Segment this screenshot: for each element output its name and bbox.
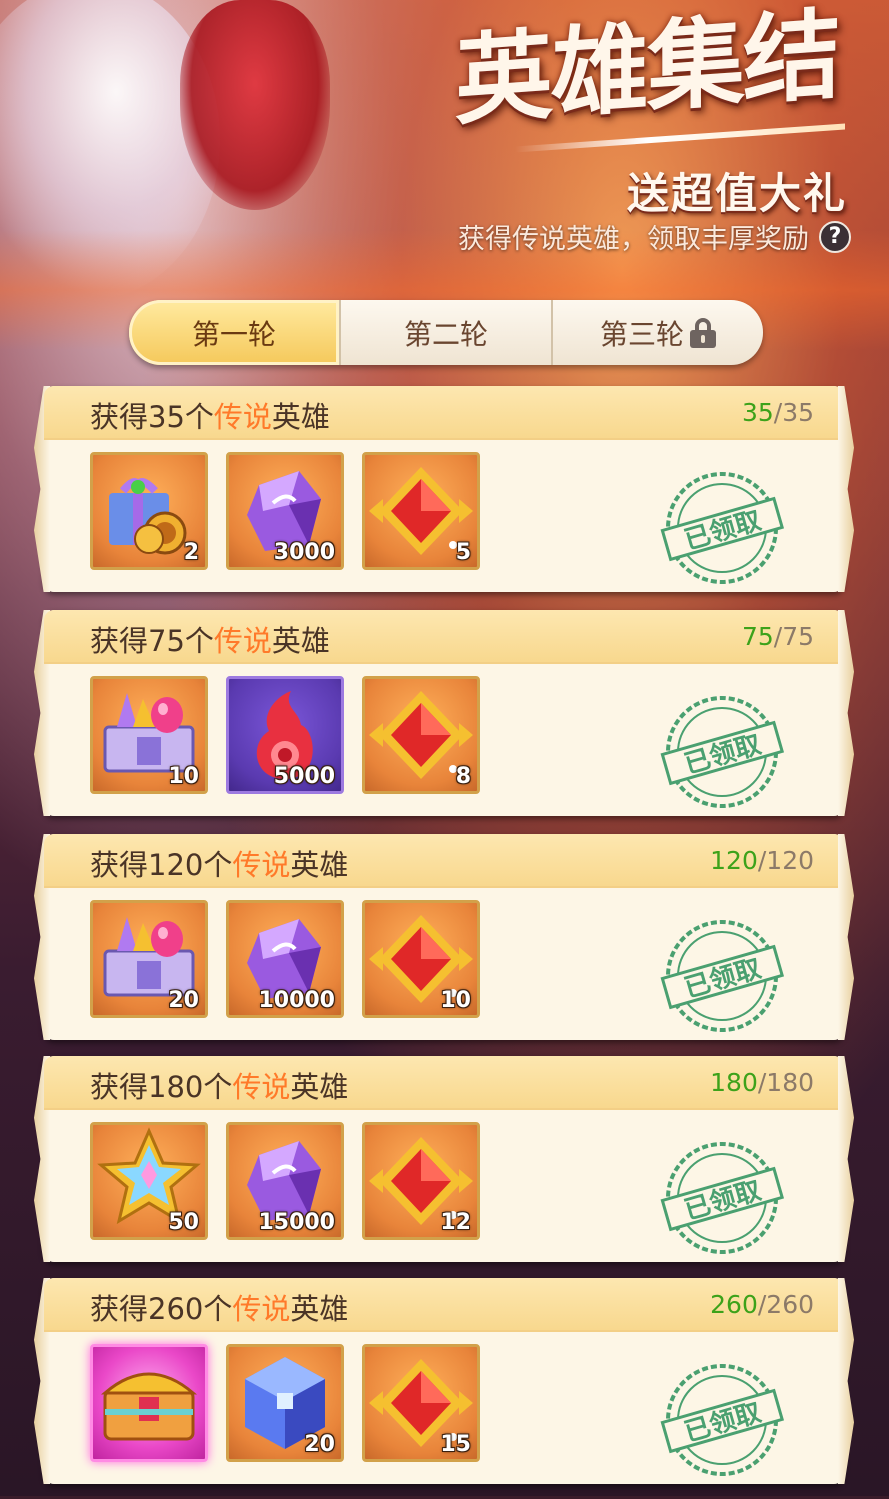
banner-subtitle: 送超值大礼 [626,169,847,218]
reward-item[interactable]: 15 [362,1344,480,1462]
title-prefix: 获得180个 [90,1070,233,1104]
title-prefix: 获得120个 [90,848,233,882]
item-quantity: 12 [440,1210,471,1235]
card-header: 获得260个传说英雄 260/260 [44,1278,844,1332]
title-prefix: 获得260个 [90,1292,233,1326]
reward-items: 10 5000 8 [90,676,480,794]
claimed-stamp: 已领取 [658,1134,786,1262]
tab-label: 第三轮 [599,317,684,351]
item-quantity: 50 [168,1210,199,1235]
banner-description: 获得传说英雄，领取丰厚奖励 [458,224,809,255]
progress-total: /120 [757,846,814,875]
item-quantity: 20 [168,988,199,1013]
hero-dress-art [180,0,330,210]
title-prefix: 获得35个 [90,400,214,434]
lock-icon [690,317,716,348]
item-quantity: 5000 [273,764,335,789]
reward-item[interactable]: 8 [362,676,480,794]
reward-item[interactable]: 50 [90,1122,208,1240]
progress-current: 180 [710,1068,758,1097]
card-header: 获得35个传说英雄 35/35 [44,386,844,440]
claimed-stamp: 已领取 [658,1356,786,1484]
tab-round-1[interactable]: 第一轮 [129,300,341,365]
item-quantity: 10 [168,764,199,789]
card-title: 获得260个传说英雄 [90,1286,348,1328]
title-highlight: 传说 [232,1292,291,1326]
card-title: 获得180个传说英雄 [90,1064,348,1106]
reward-item[interactable] [90,1344,208,1462]
reward-item[interactable]: 10000 [226,900,344,1018]
progress-current: 260 [710,1290,758,1319]
reward-card: 获得75个传说英雄 75/75 10 5000 8 已领取 [44,610,844,816]
help-icon[interactable]: ? [819,220,851,253]
title-suffix: 英雄 [271,624,330,658]
reward-card: 获得260个传说英雄 260/260 20 15 已领取 [44,1278,844,1484]
reward-item[interactable]: 12 [362,1122,480,1240]
progress-current: 35 [741,398,774,427]
card-progress: 35/35 [742,398,814,427]
title-suffix: 英雄 [290,1070,349,1104]
title-highlight: 传说 [213,624,272,658]
item-quantity: 10 [440,988,471,1013]
item-quantity: 10000 [258,988,335,1013]
card-progress: 260/260 [710,1290,814,1319]
title-highlight: 传说 [232,1070,291,1104]
card-header: 获得180个传说英雄 180/180 [44,1056,844,1110]
card-header: 获得75个传说英雄 75/75 [44,610,844,664]
item-quantity: 5 [455,540,471,565]
reward-card: 获得35个传说英雄 35/35 2 3000 5 已领取 [44,386,844,592]
title-prefix: 获得75个 [90,624,214,658]
card-progress: 180/180 [710,1068,814,1097]
reward-item[interactable]: 5 [362,452,480,570]
item-quantity: 15 [440,1432,471,1457]
progress-current: 75 [741,622,774,651]
reward-items: 20 10000 10 [90,900,480,1018]
reward-item[interactable]: 3000 [226,452,344,570]
progress-current: 120 [710,846,758,875]
round-tabs: 第一轮 第二轮 第三轮 [129,300,763,365]
reward-item[interactable]: 20 [226,1344,344,1462]
claimed-stamp: 已领取 [658,688,786,816]
card-progress: 75/75 [742,622,814,651]
banner-description-row: 获得传说英雄，领取丰厚奖励 ? [458,217,851,256]
tab-round-2[interactable]: 第二轮 [341,300,553,365]
title-highlight: 传说 [232,848,291,882]
progress-total: /35 [773,398,814,427]
progress-total: /75 [773,622,814,651]
progress-total: /180 [757,1068,814,1097]
tab-round-3[interactable]: 第三轮 [553,300,763,365]
card-title: 获得75个传说英雄 [90,618,330,660]
reward-item[interactable]: 15000 [226,1122,344,1240]
title-suffix: 英雄 [290,1292,349,1326]
reward-item[interactable]: 5000 [226,676,344,794]
claimed-stamp: 已领取 [658,464,786,592]
reward-items: 50 15000 12 [90,1122,480,1240]
tab-label: 第一轮 [191,317,276,351]
progress-total: /260 [757,1290,814,1319]
title-suffix: 英雄 [271,400,330,434]
title-suffix: 英雄 [290,848,349,882]
banner-title: 英雄集结 [454,0,839,140]
reward-item[interactable]: 10 [90,676,208,794]
title-highlight: 传说 [213,400,272,434]
reward-items: 20 15 [90,1344,480,1462]
card-header: 获得120个传说英雄 120/120 [44,834,844,888]
reward-item[interactable]: 2 [90,452,208,570]
item-quantity: 15000 [258,1210,335,1235]
reward-card: 获得180个传说英雄 180/180 50 15000 12 已领取 [44,1056,844,1262]
item-quantity: 20 [304,1432,335,1457]
reward-item[interactable]: 10 [362,900,480,1018]
item-quantity: 3000 [273,540,335,565]
claimed-stamp: 已领取 [658,912,786,1040]
card-title: 获得35个传说英雄 [90,394,330,436]
tab-label: 第二轮 [403,317,488,351]
item-quantity: 8 [455,764,471,789]
item-quantity: 2 [183,540,199,565]
card-progress: 120/120 [710,846,814,875]
reward-card: 获得120个传说英雄 120/120 20 10000 10 已领取 [44,834,844,1040]
reward-items: 2 3000 5 [90,452,480,570]
reward-item[interactable]: 20 [90,900,208,1018]
card-title: 获得120个传说英雄 [90,842,348,884]
